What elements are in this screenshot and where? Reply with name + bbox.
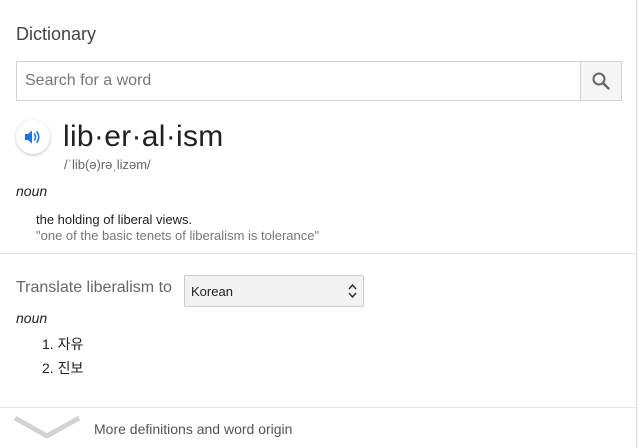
search-button[interactable]: [580, 62, 621, 100]
list-item-text: 자유: [57, 336, 84, 352]
language-select-value: Korean: [191, 284, 233, 299]
translate-label: Translate liberalism to: [16, 279, 172, 296]
language-select[interactable]: Korean: [184, 275, 364, 307]
dictionary-title: Dictionary: [16, 24, 97, 44]
phonetic-spelling: /ˈlib(ə)rəˌlizəm/: [64, 157, 151, 172]
list-item: 2. 진보: [42, 360, 83, 384]
search-box: [16, 61, 622, 101]
translation-list: 1. 자유 2. 진보: [42, 336, 83, 384]
list-item-number: 2.: [42, 360, 54, 376]
more-definitions-label: More definitions and word origin: [94, 421, 293, 437]
translation-part-of-speech: noun: [16, 310, 48, 326]
chevron-down-icon: [14, 415, 80, 439]
part-of-speech: noun: [16, 183, 48, 199]
list-item-number: 1.: [42, 336, 54, 352]
select-arrows-icon: [348, 283, 357, 299]
search-input[interactable]: [17, 62, 581, 100]
example-sentence: "one of the basic tenets of liberalism i…: [36, 228, 320, 243]
dictionary-card: Dictionary lib·er·al·ism /ˈlib(ə)rəˌlizə…: [0, 0, 637, 448]
search-icon: [592, 72, 610, 90]
list-item-text: 진보: [57, 360, 84, 376]
definition-text: the holding of liberal views.: [36, 212, 193, 227]
more-definitions-link[interactable]: More definitions and word origin: [0, 408, 637, 448]
speaker-icon: [25, 130, 40, 144]
headword: lib·er·al·ism: [63, 120, 224, 153]
list-item: 1. 자유: [42, 336, 83, 360]
pronunciation-button[interactable]: [16, 120, 50, 154]
section-divider: [0, 253, 637, 254]
